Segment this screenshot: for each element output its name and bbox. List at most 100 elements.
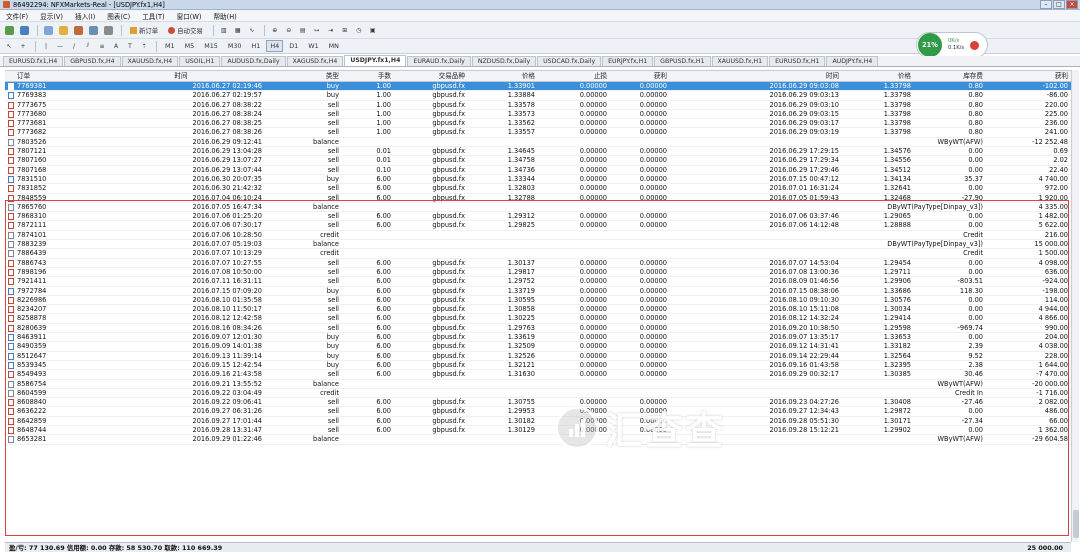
timeframe-m15[interactable]: M15	[200, 40, 222, 52]
timeframe-h4[interactable]: H4	[266, 40, 284, 52]
chart-tab[interactable]: GBPUSD.fx,H1	[654, 56, 711, 66]
chart-tab[interactable]: EURUSD.fx1,H4	[3, 56, 64, 66]
channel-icon[interactable]: ⫽	[82, 40, 94, 52]
chart-shift-icon[interactable]: ⇥	[325, 24, 337, 36]
table-row[interactable]: 7972784 2016.07.15 07:09:20 buy 6.00 gbpusd.…	[5, 286, 1071, 296]
indicators-icon[interactable]: ⊞	[339, 24, 351, 36]
table-row[interactable]: 7807121 2016.06.29 13:04:28 sell 0.01 gbpusd…	[5, 147, 1071, 157]
fibonacci-icon[interactable]: ≡	[96, 40, 108, 52]
table-row[interactable]: 8549493 2016.09.16 21:43:58 sell 6.00 gbpusd…	[5, 370, 1071, 380]
menu-help[interactable]: 帮助(H)	[207, 11, 242, 21]
timeframe-w1[interactable]: W1	[304, 40, 322, 52]
new-chart-icon[interactable]	[3, 24, 16, 36]
table-row[interactable]: 7807168 2016.06.29 13:07:44 sell 0.10 gbpusd…	[5, 165, 1071, 175]
table-row[interactable]: 7773680 2016.06.27 08:38:24 sell 1.00 gbpusd…	[5, 109, 1071, 120]
zoom-in-icon[interactable]: ⊕	[269, 24, 281, 36]
new-order-button[interactable]: 新订单	[126, 24, 162, 36]
timeframe-h1[interactable]: H1	[248, 40, 265, 52]
table-row[interactable]: 7773682 2016.06.27 08:38:26 sell 1.00 gbpusd…	[5, 128, 1071, 138]
table-row[interactable]: 7769383 2016.06.27 02:19:57 buy 1.00 gbpusd.…	[5, 91, 1071, 101]
timeframe-mn[interactable]: MN	[325, 40, 343, 52]
timeframe-d1[interactable]: D1	[285, 40, 302, 52]
col-type[interactable]: 类型	[264, 71, 339, 82]
col-stop-loss[interactable]: 止损	[537, 71, 607, 82]
timeframe-m30[interactable]: M30	[224, 40, 246, 52]
col-open-price[interactable]: 价格	[467, 71, 535, 82]
table-row[interactable]: 7831510 2016.06.30 20:07:35 buy 6.00 gbpusd.…	[5, 174, 1071, 185]
menu-tools[interactable]: 工具(T)	[136, 11, 170, 21]
label-icon[interactable]: T	[124, 40, 136, 52]
col-profit[interactable]: 获利	[985, 71, 1068, 82]
chart-tab[interactable]: USOIL,H1	[179, 56, 221, 66]
maximize-button[interactable]: □	[1053, 0, 1065, 9]
table-row[interactable]: 8490359 2016.09.09 14:01:38 buy 6.00 gbpusd.…	[5, 342, 1071, 352]
navigator-icon[interactable]	[72, 24, 85, 36]
chart-tab[interactable]: XAUUSD.fx,H1	[711, 56, 769, 66]
table-row[interactable]: 8463911 2016.09.07 12:01:30 buy 6.00 gbpusd.…	[5, 333, 1071, 343]
network-speed-widget[interactable]: 21% 0K/s 0.1K/s	[916, 32, 988, 58]
table-row[interactable]: 8604599 2016.09.22 03:04:49 credit Credit I…	[5, 388, 1071, 399]
menu-window[interactable]: 窗口(W)	[171, 11, 208, 21]
col-open-time[interactable]: 时间	[100, 71, 262, 82]
table-row[interactable]: 7831852 2016.06.30 21:42:32 sell 6.00 gbpusd…	[5, 184, 1071, 194]
table-row[interactable]: 7921411 2016.07.11 16:31:11 sell 6.00 gbpusd…	[5, 277, 1071, 287]
table-row[interactable]: 7803526 2016.06.29 09:12:41 balance WByWT(A…	[5, 137, 1071, 148]
table-row[interactable]: 7883239 2016.07.07 05:19:03 balance DByWT(P…	[5, 240, 1071, 250]
table-row[interactable]: 8539345 2016.09.15 12:42:54 buy 6.00 gbpusd.…	[5, 360, 1071, 371]
table-row[interactable]: 7769381 2016.06.27 02:19:46 buy 1.00 gbpusd.…	[5, 82, 1071, 92]
table-row[interactable]: 7898196 2016.07.08 10:50:00 sell 6.00 gbpusd…	[5, 267, 1071, 278]
close-button[interactable]: ×	[1066, 0, 1078, 9]
menu-view[interactable]: 显示(V)	[34, 11, 69, 21]
table-row[interactable]: 7886743 2016.07.07 10:27:55 sell 6.00 gbpusd…	[5, 258, 1071, 268]
table-row[interactable]: 7872111 2016.07.06 07:30:17 sell 6.00 gbpusd…	[5, 221, 1071, 231]
zoom-out-icon[interactable]: ⊖	[283, 24, 295, 36]
chart-tab[interactable]: GBPUSD.fx,H4	[64, 56, 121, 66]
table-row[interactable]: 8642859 2016.09.27 17:01:44 sell 6.00 gbpusd…	[5, 416, 1071, 426]
table-row[interactable]: 8234207 2016.08.10 11:50:17 sell 6.00 gbpusd…	[5, 305, 1071, 315]
scroll-thumb[interactable]	[1073, 510, 1079, 538]
table-row[interactable]: 8258878 2016.08.12 12:42:58 sell 6.00 gbpusd…	[5, 314, 1071, 324]
market-watch-icon[interactable]	[42, 24, 55, 36]
chart-tab[interactable]: NZDUSD.fx,Daily	[471, 56, 537, 66]
table-row[interactable]: 8648744 2016.09.28 13:31:47 sell 6.00 gbpusd…	[5, 425, 1071, 436]
table-row[interactable]: 8512647 2016.09.13 11:39:14 buy 6.00 gbpusd.…	[5, 351, 1071, 361]
crosshair-icon[interactable]: +	[17, 40, 29, 52]
table-row[interactable]: 8280639 2016.08.16 08:34:26 sell 6.00 gbpusd…	[5, 323, 1071, 334]
table-row[interactable]: 7773681 2016.06.27 08:38:25 sell 1.00 gbpusd…	[5, 119, 1071, 129]
periods-icon[interactable]: ◷	[353, 24, 365, 36]
menu-insert[interactable]: 插入(I)	[69, 11, 101, 21]
chart-tab[interactable]: USDJPY.fx1,H4	[344, 55, 407, 66]
table-row[interactable]: 8636222 2016.09.27 06:31:26 sell 6.00 gbpusd…	[5, 407, 1071, 417]
table-row[interactable]: 7848559 2016.07.04 06:10:24 sell 6.00 gbpusd…	[5, 193, 1071, 203]
templates-icon[interactable]: ▣	[367, 24, 379, 36]
bar-chart-icon[interactable]: ▥	[218, 24, 230, 36]
table-row[interactable]: 7868310 2016.07.06 01:25:20 sell 6.00 gbpusd…	[5, 212, 1071, 222]
chart-tab[interactable]: EURAUD.fx,Daily	[407, 56, 471, 66]
col-symbol[interactable]: 交易品种	[393, 71, 465, 82]
col-close-time[interactable]: 时间	[669, 71, 839, 82]
menu-charts[interactable]: 图表(C)	[101, 11, 136, 21]
chart-tab[interactable]: USDCAD.fx,Daily	[537, 56, 602, 66]
chart-tab[interactable]: EURUSD.fx,H1	[769, 56, 826, 66]
profiles-icon[interactable]	[18, 24, 31, 36]
chart-tab[interactable]: AUDUSD.fx,Daily	[221, 56, 286, 66]
table-row[interactable]: 8653281 2016.09.29 01:22:46 balance WByWT(A…	[5, 435, 1071, 445]
timeframe-m1[interactable]: M1	[161, 40, 179, 52]
terminal-icon[interactable]	[87, 24, 100, 36]
chart-tab[interactable]: XAUUSD.fx,H4	[121, 56, 179, 66]
vertical-scrollbar[interactable]	[1071, 70, 1079, 542]
table-row[interactable]: 7807160 2016.06.29 13:07:27 sell 0.01 gbpusd…	[5, 156, 1071, 166]
table-row[interactable]: 8226986 2016.08.10 01:35:58 sell 6.00 gbpusd…	[5, 295, 1071, 306]
chart-tab[interactable]: XAGUSD.fx,H4	[286, 56, 344, 66]
col-order[interactable]: 订单	[17, 71, 97, 82]
tile-windows-icon[interactable]: ▤	[297, 24, 309, 36]
col-swap[interactable]: 库存费	[913, 71, 983, 82]
table-row[interactable]: 7773675 2016.06.27 08:38:22 sell 1.00 gbpusd…	[5, 100, 1071, 110]
line-chart-icon[interactable]: ∿	[246, 24, 258, 36]
table-row[interactable]: 7886439 2016.07.07 10:13:29 credit Credit 1 …	[5, 249, 1071, 259]
col-take-profit[interactable]: 获利	[609, 71, 667, 82]
data-window-icon[interactable]	[57, 24, 70, 36]
col-lots[interactable]: 手数	[341, 71, 391, 82]
vertical-line-icon[interactable]: |	[40, 40, 52, 52]
timeframe-m5[interactable]: M5	[181, 40, 199, 52]
